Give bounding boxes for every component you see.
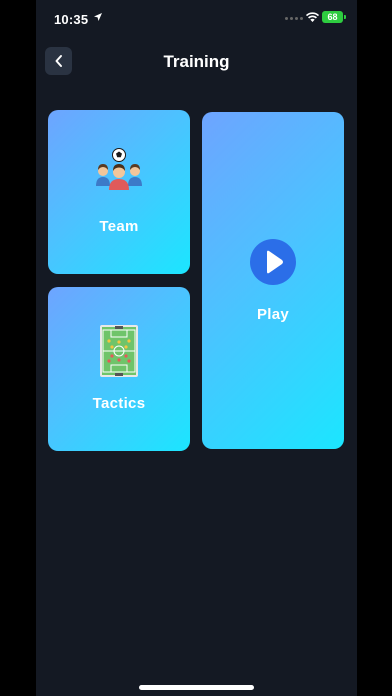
battery-indicator: 68 bbox=[322, 11, 343, 23]
team-card[interactable]: Team bbox=[48, 110, 190, 274]
tactics-label: Tactics bbox=[92, 395, 146, 412]
location-arrow-icon bbox=[94, 13, 102, 21]
football-field-icon bbox=[100, 325, 138, 377]
cellular-signal-icon bbox=[285, 17, 303, 20]
team-players-icon bbox=[96, 148, 142, 190]
wifi-icon bbox=[305, 12, 320, 22]
play-circle-icon bbox=[250, 239, 296, 285]
status-time: 10:35 bbox=[54, 12, 89, 27]
page-title: Training bbox=[163, 52, 230, 71]
home-indicator[interactable] bbox=[139, 685, 254, 690]
play-label: Play bbox=[256, 306, 290, 323]
team-label: Team bbox=[99, 218, 139, 235]
play-card[interactable]: Play bbox=[202, 112, 344, 449]
tactics-card[interactable]: Tactics bbox=[48, 287, 190, 451]
battery-tip bbox=[344, 15, 346, 19]
screen: 10:35 68 Training Team Tactics Play bbox=[36, 0, 357, 696]
status-bar: 10:35 68 bbox=[36, 0, 357, 40]
